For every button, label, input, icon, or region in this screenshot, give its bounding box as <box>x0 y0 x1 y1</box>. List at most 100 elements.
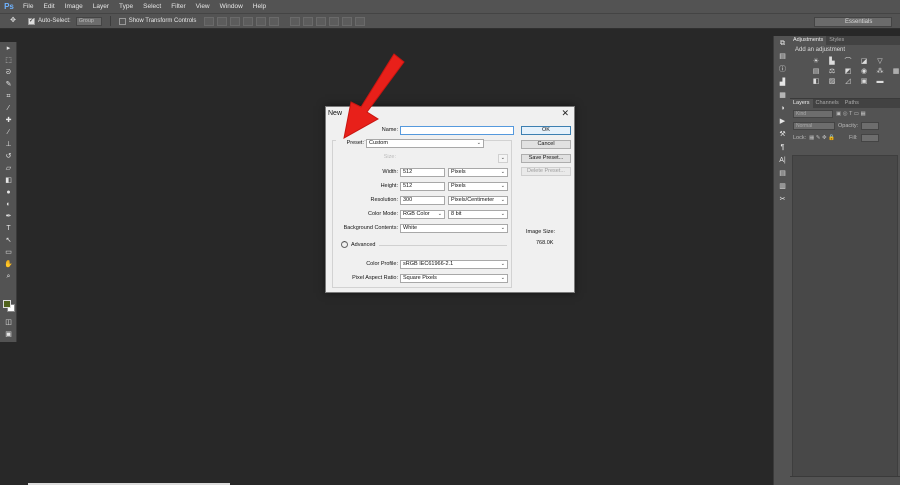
distribute-bottom-icon[interactable] <box>316 16 327 26</box>
advanced-toggle-icon[interactable]: ⌃ <box>341 241 348 248</box>
resolution-unit-dropdown[interactable]: Pixels/Centimeter ⌄ <box>448 196 508 205</box>
move-tool-icon[interactable]: ▸ <box>1 43 16 54</box>
blur-tool-icon[interactable]: ● <box>1 187 16 198</box>
notes-panel-icon[interactable]: ▤ <box>775 168 790 179</box>
dodge-tool-icon[interactable]: ◐ <box>1 199 16 210</box>
clone-source-panel-icon[interactable]: ▥ <box>775 181 790 192</box>
menu-type[interactable]: Type <box>114 0 138 13</box>
menu-help[interactable]: Help <box>248 0 271 13</box>
brush-tool-icon[interactable]: ∕ <box>1 127 16 138</box>
auto-select-dropdown[interactable]: Group <box>75 16 102 26</box>
info-panel-icon[interactable]: ⓘ <box>775 64 790 75</box>
color-panel-icon[interactable]: ◑ <box>775 103 790 114</box>
history-brush-tool-icon[interactable]: ↺ <box>1 151 16 162</box>
brush-panel-icon[interactable]: ✂ <box>775 194 790 205</box>
histogram-panel-icon[interactable]: ▟ <box>775 77 790 88</box>
menu-file[interactable]: File <box>18 0 38 13</box>
auto-select-checkbox[interactable]: ✓ <box>28 17 35 25</box>
color-balance-icon[interactable]: ⚖ <box>826 68 838 76</box>
tab-styles[interactable]: Styles <box>826 36 847 45</box>
kind-filter-dropdown[interactable]: Kind <box>793 110 833 118</box>
eyedropper-tool-icon[interactable]: ⁄ <box>1 103 16 114</box>
exposure-icon[interactable]: ◪ <box>858 58 870 66</box>
posterize-icon[interactable]: ▨ <box>826 78 838 86</box>
lasso-tool-icon[interactable]: ᘐ <box>1 67 16 78</box>
swatches-panel-icon[interactable]: ▦ <box>775 90 790 101</box>
align-top-icon[interactable] <box>204 16 215 26</box>
eraser-tool-icon[interactable]: ▱ <box>1 163 16 174</box>
tool-presets-panel-icon[interactable]: ⚒ <box>775 129 790 140</box>
invert-icon[interactable]: ◧ <box>810 78 822 86</box>
blend-mode-dropdown[interactable]: Normal <box>793 122 835 130</box>
align-vcenter-icon[interactable] <box>217 16 228 26</box>
hand-tool-icon[interactable]: ✋ <box>1 259 16 270</box>
align-left-icon[interactable] <box>243 16 254 26</box>
fill-field[interactable] <box>860 134 879 142</box>
align-right-icon[interactable] <box>269 16 280 26</box>
screen-mode-icon[interactable]: ▣ <box>1 329 16 340</box>
close-icon[interactable]: ✕ <box>561 108 569 119</box>
marquee-tool-icon[interactable]: ⬚ <box>1 55 16 66</box>
selective-color-icon[interactable]: ▣ <box>858 78 870 86</box>
bit-depth-dropdown[interactable]: 8 bit ⌄ <box>448 210 508 219</box>
menu-select[interactable]: Select <box>138 0 166 13</box>
lock-icons[interactable]: ▦ ✎ ✥ 🔒 <box>809 135 835 141</box>
shape-tool-icon[interactable]: ▭ <box>1 247 16 258</box>
paragraph-panel-icon[interactable]: ¶ <box>775 142 790 153</box>
color-mode-dropdown[interactable]: RGB Color ⌄ <box>400 210 445 219</box>
menu-filter[interactable]: Filter <box>166 0 190 13</box>
foreground-color-swatch[interactable] <box>3 300 11 308</box>
stamp-tool-icon[interactable]: ⊥ <box>1 139 16 150</box>
transform-controls-checkbox[interactable] <box>118 17 126 25</box>
black-white-icon[interactable]: ◩ <box>842 68 854 76</box>
cancel-button[interactable]: Cancel <box>521 140 571 149</box>
tab-channels[interactable]: Channels <box>813 99 842 108</box>
ok-button[interactable]: OK <box>521 126 571 135</box>
tab-paths[interactable]: Paths <box>842 99 862 108</box>
history-panel-icon[interactable]: ⧉ <box>775 38 790 49</box>
path-select-tool-icon[interactable]: ↖ <box>1 235 16 246</box>
pixel-aspect-dropdown[interactable]: Square Pixels ⌄ <box>400 274 508 283</box>
advanced-label[interactable]: Advanced <box>351 242 375 248</box>
properties-panel-icon[interactable]: ▤ <box>775 51 790 62</box>
color-profile-dropdown[interactable]: sRGB IEC61966-2.1 ⌄ <box>400 260 508 269</box>
distribute-vcenter-icon[interactable] <box>303 16 314 26</box>
crop-tool-icon[interactable]: ⌗ <box>1 91 16 102</box>
distribute-right-icon[interactable] <box>355 16 366 26</box>
align-bottom-icon[interactable] <box>230 16 241 26</box>
height-field[interactable]: 512 <box>400 182 445 191</box>
menu-image[interactable]: Image <box>60 0 88 13</box>
filter-icons[interactable]: ▣ ◎ T ▭ ▦ <box>836 111 866 117</box>
opacity-field[interactable] <box>861 122 880 130</box>
actions-panel-icon[interactable]: ▶ <box>775 116 790 127</box>
tab-layers[interactable]: Layers <box>790 99 813 108</box>
menu-view[interactable]: View <box>191 0 215 13</box>
channel-mixer-icon[interactable]: ⁂ <box>874 68 886 76</box>
curves-icon[interactable]: ⌒ <box>842 58 854 66</box>
workspace-switcher[interactable]: Essentials <box>814 17 892 27</box>
width-field[interactable]: 512 <box>400 168 445 177</box>
distribute-left-icon[interactable] <box>329 16 340 26</box>
character-panel-icon[interactable]: A| <box>775 155 790 166</box>
background-contents-dropdown[interactable]: White ⌄ <box>400 224 508 233</box>
vibrance-icon[interactable]: ▽ <box>874 58 886 66</box>
threshold-icon[interactable]: ◿ <box>842 78 854 86</box>
photo-filter-icon[interactable]: ◉ <box>858 68 870 76</box>
pen-tool-icon[interactable]: ✒ <box>1 211 16 222</box>
menu-layer[interactable]: Layer <box>88 0 114 13</box>
height-unit-dropdown[interactable]: Pixels ⌄ <box>448 182 508 191</box>
move-icon[interactable]: ✥ <box>6 16 20 26</box>
quick-mask-icon[interactable]: ◫ <box>1 317 16 328</box>
levels-icon[interactable]: ▙ <box>826 58 838 66</box>
menu-window[interactable]: Window <box>215 0 248 13</box>
gradient-map-icon[interactable]: ▬ <box>874 78 886 86</box>
save-preset-button[interactable]: Save Preset... <box>521 154 571 163</box>
type-tool-icon[interactable]: T <box>1 223 16 234</box>
brightness-icon[interactable]: ☀ <box>810 58 822 66</box>
quick-select-tool-icon[interactable]: ✎ <box>1 79 16 90</box>
layers-list[interactable] <box>792 155 898 477</box>
align-hcenter-icon[interactable] <box>256 16 267 26</box>
name-field[interactable] <box>400 126 514 135</box>
color-lookup-icon[interactable]: ▦ <box>890 68 900 76</box>
preset-dropdown[interactable]: Custom ⌄ <box>366 139 484 148</box>
